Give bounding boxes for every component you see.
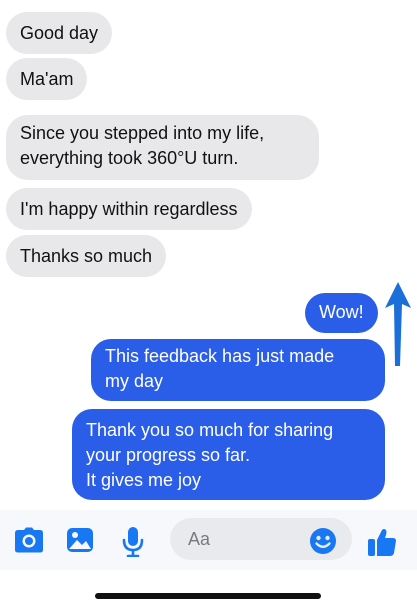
incoming-message: Thanks so much bbox=[6, 235, 167, 277]
photo-icon[interactable] bbox=[66, 527, 94, 553]
outgoing-message: This feedback has just made my day bbox=[91, 339, 385, 401]
home-indicator bbox=[95, 593, 321, 599]
thumbs-up-icon[interactable] bbox=[367, 527, 397, 557]
outgoing-message: Thank you so much for sharing your progr… bbox=[72, 409, 385, 500]
incoming-message: Good day bbox=[6, 12, 113, 54]
incoming-message: Ma'am bbox=[6, 58, 88, 100]
message-thread: Good day Ma'am Since you stepped into my… bbox=[0, 0, 417, 510]
message-composer bbox=[0, 510, 417, 570]
emoji-icon[interactable] bbox=[309, 527, 337, 555]
microphone-icon[interactable] bbox=[122, 527, 144, 557]
outgoing-message: Wow! bbox=[305, 293, 378, 333]
camera-icon[interactable] bbox=[14, 527, 44, 553]
incoming-message: I'm happy within regardless bbox=[6, 188, 252, 230]
incoming-message: Since you stepped into my life, everythi… bbox=[6, 115, 319, 180]
arrow-annotation-icon bbox=[385, 282, 411, 366]
